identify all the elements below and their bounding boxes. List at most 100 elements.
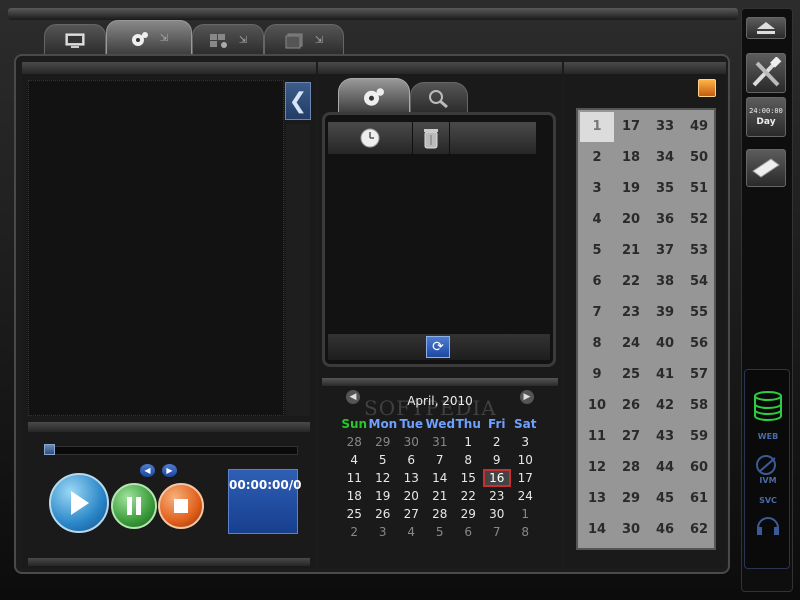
tab-playback[interactable]: ⇲	[106, 20, 192, 56]
calendar-day[interactable]: 7	[483, 523, 512, 541]
calendar-day[interactable]: 19	[369, 487, 398, 505]
seek-handle[interactable]	[44, 444, 55, 455]
calendar-day[interactable]: 21	[426, 487, 455, 505]
calendar-day[interactable]: 14	[426, 469, 455, 487]
channel-cell[interactable]: 9	[580, 360, 614, 390]
channel-cell[interactable]: 17	[614, 112, 648, 142]
calendar-day[interactable]: 30	[483, 505, 512, 523]
channel-cell[interactable]: 50	[682, 143, 716, 173]
calendar-day[interactable]: 29	[454, 505, 483, 523]
channel-cell[interactable]: 2	[580, 143, 614, 173]
channel-cell[interactable]: 58	[682, 391, 716, 421]
calendar-day[interactable]: 12	[369, 469, 398, 487]
calendar-day[interactable]: 2	[483, 433, 512, 451]
channel-cell[interactable]: 23	[614, 298, 648, 328]
channel-cell[interactable]: 36	[648, 205, 682, 235]
channel-cell[interactable]: 3	[580, 174, 614, 204]
database-icon[interactable]	[753, 390, 783, 422]
calendar-day[interactable]: 3	[511, 433, 540, 451]
calendar-day[interactable]: 30	[397, 433, 426, 451]
channel-cell[interactable]: 39	[648, 298, 682, 328]
calendar-day[interactable]: 20	[397, 487, 426, 505]
channel-cell[interactable]: 56	[682, 329, 716, 359]
calendar-day[interactable]: 7	[426, 451, 455, 469]
channel-cell[interactable]: 22	[614, 267, 648, 297]
channel-cell[interactable]: 10	[580, 391, 614, 421]
calendar-day[interactable]: 2	[340, 523, 369, 541]
calendar-day[interactable]: 4	[340, 451, 369, 469]
camera-status-icon[interactable]	[755, 454, 781, 476]
calendar-day[interactable]: 23	[483, 487, 512, 505]
channel-cell[interactable]: 40	[648, 329, 682, 359]
channel-cell[interactable]: 52	[682, 205, 716, 235]
channel-cell[interactable]: 53	[682, 236, 716, 266]
channel-cell[interactable]: 8	[580, 329, 614, 359]
calendar-day[interactable]: 10	[511, 451, 540, 469]
channel-cell[interactable]: 62	[682, 515, 716, 545]
channel-cell[interactable]: 25	[614, 360, 648, 390]
play-button[interactable]	[49, 473, 109, 533]
column-time[interactable]	[328, 122, 413, 154]
channel-cell[interactable]: 55	[682, 298, 716, 328]
channel-cell[interactable]: 28	[614, 453, 648, 483]
channel-cell[interactable]: 1	[580, 112, 614, 142]
calendar-day-today[interactable]: 16	[482, 469, 511, 487]
seek-bar[interactable]	[44, 446, 298, 455]
channel-cell[interactable]: 30	[614, 515, 648, 545]
clock-button[interactable]: 24:00:00 Day	[746, 97, 786, 137]
channel-cell[interactable]: 46	[648, 515, 682, 545]
channel-cell[interactable]: 20	[614, 205, 648, 235]
channel-cell[interactable]: 59	[682, 422, 716, 452]
channel-cell[interactable]: 41	[648, 360, 682, 390]
channel-cell[interactable]: 51	[682, 174, 716, 204]
calendar-day[interactable]: 8	[511, 523, 540, 541]
calendar-day[interactable]: 1	[454, 433, 483, 451]
refresh-button[interactable]: ⟳	[426, 336, 450, 358]
calendar-day[interactable]: 25	[340, 505, 369, 523]
slower-button[interactable]: ◀	[140, 464, 155, 477]
tab-layers[interactable]: ⇲	[264, 24, 344, 56]
calendar-day[interactable]: 29	[369, 433, 398, 451]
channel-cell[interactable]: 44	[648, 453, 682, 483]
calendar-day[interactable]: 31	[426, 433, 455, 451]
channel-cell[interactable]: 61	[682, 484, 716, 514]
calendar-day[interactable]: 15	[454, 469, 483, 487]
channel-cell[interactable]: 29	[614, 484, 648, 514]
calendar-day[interactable]: 13	[397, 469, 426, 487]
pause-button[interactable]	[111, 483, 157, 529]
channel-cell[interactable]: 43	[648, 422, 682, 452]
prev-month-button[interactable]: ◀	[346, 390, 360, 404]
notebook-button[interactable]	[746, 149, 786, 187]
channel-cell[interactable]: 24	[614, 329, 648, 359]
calendar-day[interactable]: 27	[397, 505, 426, 523]
channel-cell[interactable]: 27	[614, 422, 648, 452]
calendar-day[interactable]: 6	[454, 523, 483, 541]
lock-button[interactable]	[698, 79, 716, 97]
channel-cell[interactable]: 13	[580, 484, 614, 514]
channel-cell[interactable]: 6	[580, 267, 614, 297]
channel-cell[interactable]: 5	[580, 236, 614, 266]
channel-cell[interactable]: 4	[580, 205, 614, 235]
calendar-day[interactable]: 28	[340, 433, 369, 451]
calendar-day[interactable]: 28	[426, 505, 455, 523]
calendar-day[interactable]: 4	[397, 523, 426, 541]
stop-button[interactable]	[158, 483, 204, 529]
calendar-day[interactable]: 5	[369, 451, 398, 469]
calendar-day[interactable]: 1	[511, 505, 540, 523]
calendar-day[interactable]: 8	[454, 451, 483, 469]
channel-cell[interactable]: 21	[614, 236, 648, 266]
tab-live-view[interactable]	[44, 24, 106, 56]
channel-cell[interactable]: 19	[614, 174, 648, 204]
channel-cell[interactable]: 14	[580, 515, 614, 545]
calendar-day[interactable]: 5	[426, 523, 455, 541]
column-info[interactable]	[450, 122, 536, 154]
channel-cell[interactable]: 18	[614, 143, 648, 173]
channel-cell[interactable]: 60	[682, 453, 716, 483]
calendar-day[interactable]: 17	[511, 469, 540, 487]
channel-cell[interactable]: 37	[648, 236, 682, 266]
channel-cell[interactable]: 34	[648, 143, 682, 173]
channel-cell[interactable]: 45	[648, 484, 682, 514]
channel-cell[interactable]: 57	[682, 360, 716, 390]
calendar-day[interactable]: 9	[483, 451, 512, 469]
tab-multiview[interactable]: ⇲	[192, 24, 264, 56]
